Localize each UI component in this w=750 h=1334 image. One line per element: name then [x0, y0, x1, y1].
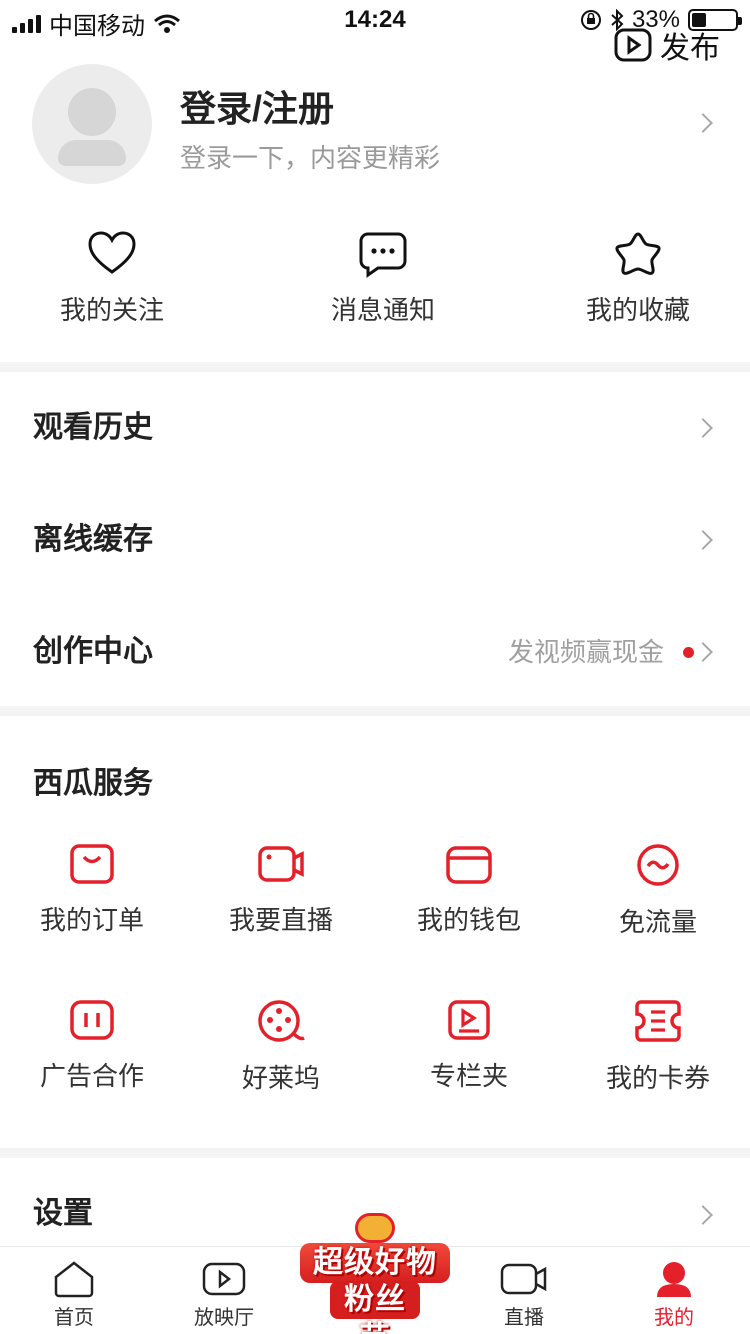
tab-theater[interactable]: 放映厅 — [164, 1259, 284, 1330]
quick-messages[interactable]: 消息通知 — [283, 230, 483, 327]
publish-label: 发布 — [660, 32, 720, 62]
bottom-tab-bar: 首页 放映厅 超级好物 粉丝节 直播 我的 — [0, 1213, 750, 1334]
service-ads[interactable]: 广告合作 — [2, 998, 182, 1093]
promo-line-2: 粉丝节 — [330, 1281, 420, 1334]
section-separator — [0, 1148, 750, 1158]
quick-favorites[interactable]: 我的收藏 — [538, 230, 738, 327]
promo-badge-icon — [355, 1213, 395, 1243]
section-separator — [0, 706, 750, 716]
promo-line-1: 超级好物 — [300, 1243, 450, 1283]
chevron-right-icon — [693, 418, 713, 438]
login-subtitle: 登录一下，内容更精彩 — [180, 143, 441, 173]
tab-live-label: 直播 — [504, 1307, 544, 1329]
chevron-right-icon — [693, 113, 713, 133]
quick-follow[interactable]: 我的关注 — [12, 230, 212, 327]
service-coupons-label: 我的卡券 — [605, 1063, 710, 1093]
service-wallet-label: 我的钱包 — [416, 905, 521, 935]
quick-actions: 我的关注 消息通知 我的收藏 — [0, 230, 750, 340]
publish-video-icon — [614, 28, 652, 62]
chevron-right-icon — [693, 1205, 713, 1225]
menu-row-offline[interactable]: 离线缓存 — [0, 484, 750, 596]
chevron-right-icon — [693, 642, 713, 662]
service-coupons[interactable]: 我的卡券 — [568, 998, 748, 1095]
tab-mine[interactable]: 我的 — [614, 1259, 734, 1330]
section-separator — [0, 362, 750, 372]
quick-messages-label: 消息通知 — [330, 295, 435, 325]
home-icon — [54, 1261, 94, 1298]
avatar-body — [58, 140, 126, 166]
film-reel-icon — [258, 1000, 305, 1042]
tab-mine-label: 我的 — [654, 1307, 694, 1329]
chevron-right-icon — [693, 530, 713, 550]
video-camera-icon — [500, 1263, 547, 1295]
menu-history-label: 观看历史 — [33, 411, 153, 444]
service-wallet[interactable]: 我的钱包 — [379, 842, 559, 937]
service-ads-label: 广告合作 — [39, 1061, 144, 1091]
tab-theater-label: 放映厅 — [194, 1307, 254, 1329]
quick-favorites-label: 我的收藏 — [585, 295, 690, 325]
tab-home[interactable]: 首页 — [14, 1259, 134, 1330]
service-live[interactable]: 我要直播 — [191, 842, 371, 937]
chat-bubble-icon — [359, 232, 407, 278]
service-orders-label: 我的订单 — [39, 905, 144, 935]
free-data-icon — [637, 844, 679, 886]
service-hollywood-label: 好莱坞 — [241, 1063, 320, 1093]
service-free-data[interactable]: 免流量 — [568, 842, 748, 939]
menu-creator-label: 创作中心 — [33, 635, 153, 668]
ad-cooperation-icon — [70, 1000, 114, 1040]
order-icon — [70, 844, 114, 884]
tab-home-label: 首页 — [54, 1307, 94, 1329]
battery-fill — [692, 13, 706, 27]
coupon-icon — [635, 1000, 681, 1042]
rotation-lock-icon — [580, 10, 601, 30]
quick-follow-label: 我的关注 — [59, 295, 164, 325]
publish-button[interactable]: 发布 — [614, 28, 720, 62]
menu-row-creator[interactable]: 创作中心 发视频赢现金 — [0, 596, 750, 708]
menu-offline-label: 离线缓存 — [33, 523, 153, 556]
service-live-label: 我要直播 — [228, 905, 333, 935]
avatar[interactable] — [32, 64, 152, 184]
notification-dot — [683, 647, 694, 658]
wallet-icon — [446, 846, 492, 884]
promo-banner[interactable]: 超级好物 粉丝节 — [300, 1213, 450, 1334]
services-title: 西瓜服务 — [33, 767, 153, 800]
service-hollywood[interactable]: 好莱坞 — [191, 998, 371, 1095]
play-screen-icon — [202, 1262, 246, 1296]
star-icon — [615, 232, 661, 275]
login-title[interactable]: 登录/注册 — [180, 80, 334, 132]
live-camera-icon — [258, 846, 304, 882]
service-column[interactable]: 专栏夹 — [379, 998, 559, 1093]
service-column-label: 专栏夹 — [429, 1061, 508, 1091]
menu-creator-hint: 发视频赢现金 — [507, 637, 664, 667]
tab-live[interactable]: 直播 — [464, 1259, 584, 1330]
menu-row-history[interactable]: 观看历史 — [0, 372, 750, 484]
login-profile-row[interactable]: 登录/注册 登录一下，内容更精彩 — [0, 60, 750, 190]
avatar-head — [68, 88, 116, 136]
service-orders[interactable]: 我的订单 — [2, 842, 182, 937]
profile-icon — [657, 1262, 691, 1297]
service-free-data-label: 免流量 — [618, 907, 697, 937]
heart-icon — [88, 231, 136, 274]
column-folder-icon — [448, 1000, 490, 1040]
